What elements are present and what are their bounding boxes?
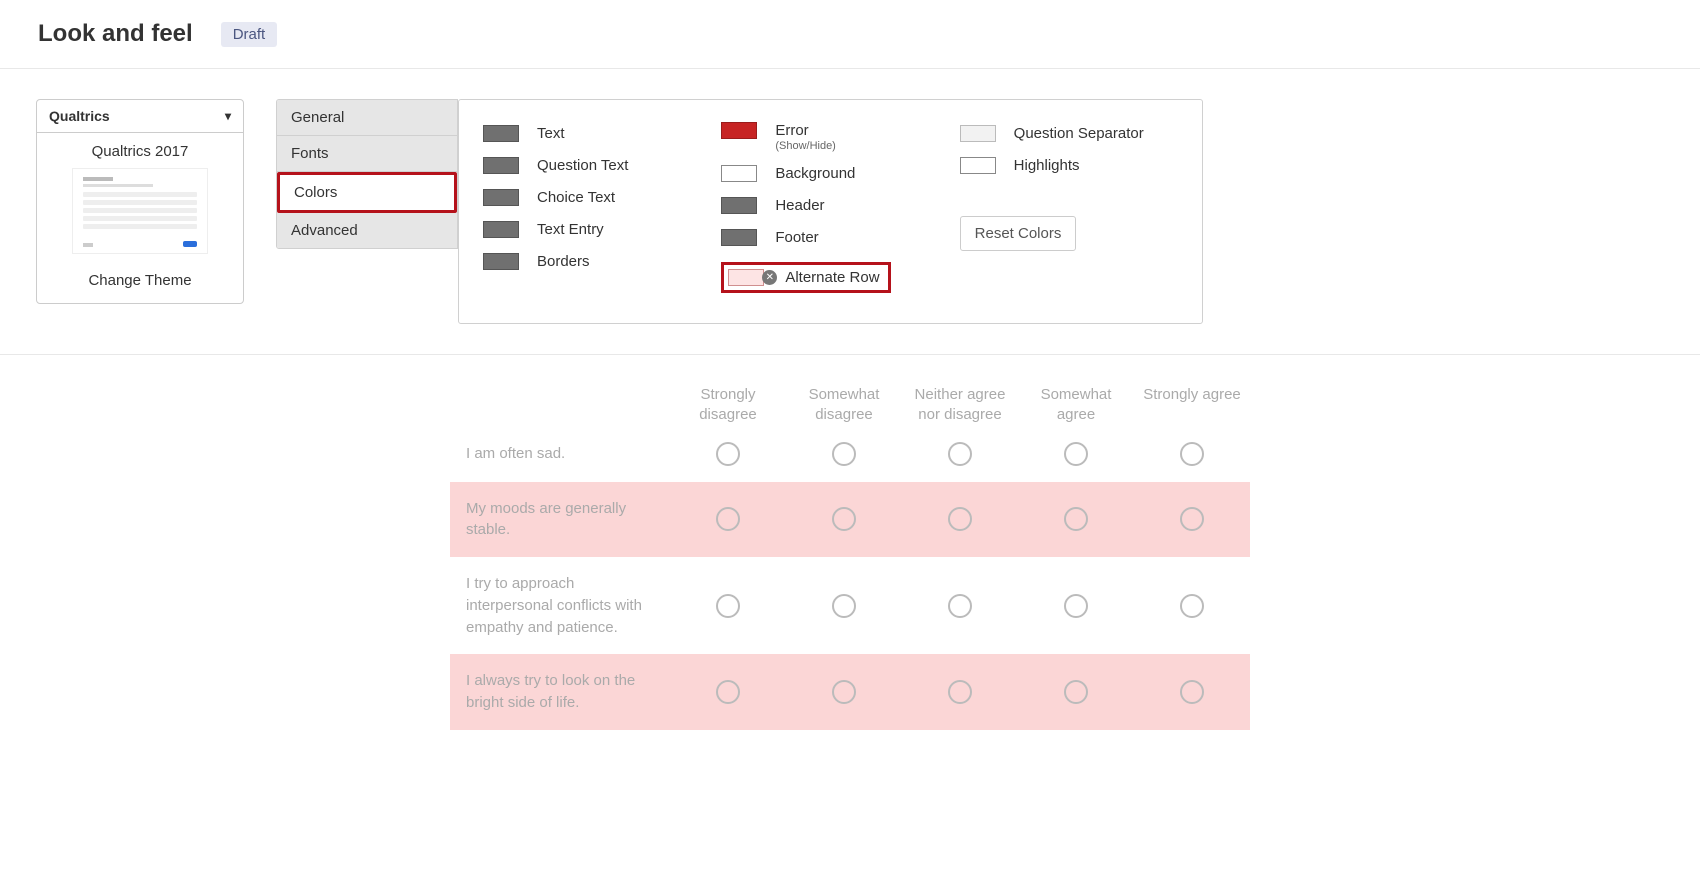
matrix-row-label: I try to approach interpersonal conflict… xyxy=(450,573,670,638)
swatch-footer[interactable] xyxy=(721,229,757,246)
color-label: Background xyxy=(775,165,855,182)
swatch-text[interactable] xyxy=(483,125,519,142)
radio-button[interactable] xyxy=(832,442,856,466)
reset-colors-button[interactable]: Reset Colors xyxy=(960,216,1077,251)
color-label: Footer xyxy=(775,229,818,246)
matrix-row-label: I always try to look on the bright side … xyxy=(450,670,670,714)
matrix-col-header: Somewhat agree xyxy=(1018,385,1134,426)
color-label: Text xyxy=(537,125,565,142)
color-row-question-separator[interactable]: Question Separator xyxy=(960,122,1178,144)
swatch-question-text[interactable] xyxy=(483,157,519,174)
color-row-text-entry[interactable]: Text Entry xyxy=(483,218,701,240)
radio-button[interactable] xyxy=(948,507,972,531)
tabs-panel: General Fonts Colors Advanced xyxy=(276,99,458,249)
color-row-highlights[interactable]: Highlights xyxy=(960,154,1178,176)
radio-button[interactable] xyxy=(948,680,972,704)
radio-button[interactable] xyxy=(1180,680,1204,704)
tab-general[interactable]: General xyxy=(277,100,457,136)
tab-fonts[interactable]: Fonts xyxy=(277,136,457,172)
swatch-question-separator[interactable] xyxy=(960,125,996,142)
color-label: Question Separator xyxy=(1014,125,1144,142)
tab-colors[interactable]: Colors xyxy=(277,172,457,213)
preview-section: Strongly disagree Somewhat disagree Neit… xyxy=(0,354,1700,770)
radio-button[interactable] xyxy=(1064,594,1088,618)
swatch-borders[interactable] xyxy=(483,253,519,270)
swatch-background[interactable] xyxy=(721,165,757,182)
matrix-row: My moods are generally stable. xyxy=(450,482,1250,558)
radio-button[interactable] xyxy=(1064,507,1088,531)
color-label: Alternate Row xyxy=(785,269,879,286)
remove-alternate-row-icon[interactable]: ✕ xyxy=(762,270,777,285)
page-title: Look and feel xyxy=(38,20,193,48)
radio-button[interactable] xyxy=(832,680,856,704)
radio-button[interactable] xyxy=(716,594,740,618)
swatch-choice-text[interactable] xyxy=(483,189,519,206)
chevron-down-icon: ▾ xyxy=(225,109,231,123)
radio-button[interactable] xyxy=(1064,680,1088,704)
color-label: Question Text xyxy=(537,157,628,174)
color-row-question-text[interactable]: Question Text xyxy=(483,154,701,176)
radio-button[interactable] xyxy=(716,442,740,466)
theme-panel: Qualtrics ▾ Qualtrics 2017 Change Theme xyxy=(36,99,244,304)
matrix-col-header: Strongly disagree xyxy=(670,385,786,426)
matrix-col-header: Neither agree nor disagree xyxy=(902,385,1018,426)
color-row-alternate-row[interactable]: ✕ Alternate Row xyxy=(721,262,890,293)
color-label: Choice Text xyxy=(537,189,615,206)
radio-button[interactable] xyxy=(1180,507,1204,531)
matrix-row: I am often sad. xyxy=(450,426,1250,482)
color-label: Text Entry xyxy=(537,221,604,238)
matrix-row-label: My moods are generally stable. xyxy=(450,498,670,542)
theme-dropdown-label: Qualtrics xyxy=(49,108,110,124)
color-row-background[interactable]: Background xyxy=(721,162,939,184)
radio-button[interactable] xyxy=(716,680,740,704)
color-label: Borders xyxy=(537,253,590,270)
swatch-error[interactable] xyxy=(721,122,757,139)
radio-button[interactable] xyxy=(1064,442,1088,466)
swatch-alternate-row[interactable] xyxy=(728,269,764,286)
error-showhide-link[interactable]: (Show/Hide) xyxy=(775,140,836,152)
status-badge: Draft xyxy=(221,22,278,47)
theme-current-name: Qualtrics 2017 xyxy=(37,133,243,168)
colors-settings-card: Text Question Text Choice Text Text Entr… xyxy=(458,99,1203,324)
color-row-text[interactable]: Text xyxy=(483,122,701,144)
color-row-footer[interactable]: Footer xyxy=(721,226,939,248)
radio-button[interactable] xyxy=(948,594,972,618)
tab-advanced[interactable]: Advanced xyxy=(277,213,457,248)
radio-button[interactable] xyxy=(1180,594,1204,618)
color-row-borders[interactable]: Borders xyxy=(483,250,701,272)
color-label: Error xyxy=(775,122,808,139)
radio-button[interactable] xyxy=(1180,442,1204,466)
theme-dropdown[interactable]: Qualtrics ▾ xyxy=(37,100,243,133)
radio-button[interactable] xyxy=(716,507,740,531)
change-theme-link[interactable]: Change Theme xyxy=(37,262,243,303)
matrix-col-header: Somewhat disagree xyxy=(786,385,902,426)
color-label: Highlights xyxy=(1014,157,1080,174)
matrix-row: I try to approach interpersonal conflict… xyxy=(450,557,1250,654)
radio-button[interactable] xyxy=(948,442,972,466)
swatch-text-entry[interactable] xyxy=(483,221,519,238)
color-label: Header xyxy=(775,197,824,214)
color-row-header[interactable]: Header xyxy=(721,194,939,216)
swatch-highlights[interactable] xyxy=(960,157,996,174)
matrix-row: I always try to look on the bright side … xyxy=(450,654,1250,730)
color-row-error[interactable]: Error (Show/Hide) xyxy=(721,122,939,152)
color-row-choice-text[interactable]: Choice Text xyxy=(483,186,701,208)
matrix-question: Strongly disagree Somewhat disagree Neit… xyxy=(450,385,1250,730)
matrix-row-label: I am often sad. xyxy=(450,443,670,465)
matrix-col-header: Strongly agree xyxy=(1134,385,1250,426)
radio-button[interactable] xyxy=(832,507,856,531)
swatch-header[interactable] xyxy=(721,197,757,214)
radio-button[interactable] xyxy=(832,594,856,618)
theme-thumbnail[interactable] xyxy=(72,168,208,254)
